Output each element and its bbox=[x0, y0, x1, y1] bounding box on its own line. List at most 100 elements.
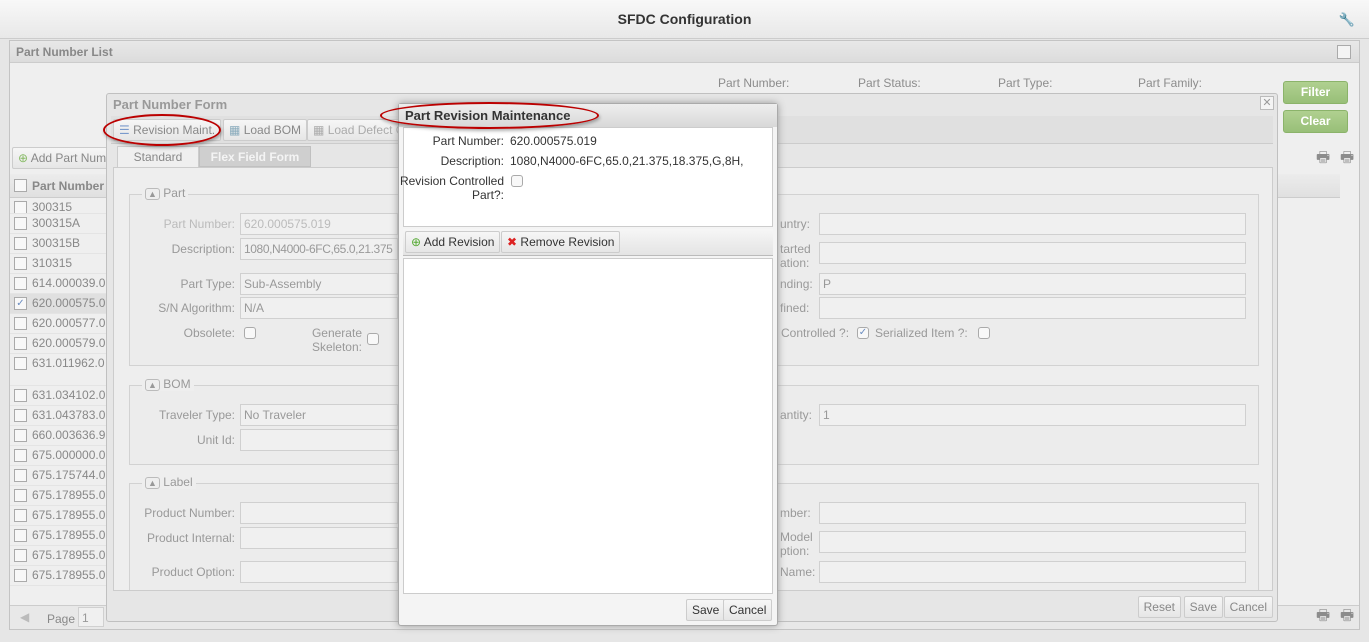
row-checkbox[interactable] bbox=[14, 389, 27, 402]
row-checkbox[interactable] bbox=[14, 529, 27, 542]
cancel-button[interactable]: Cancel bbox=[723, 599, 773, 621]
started-location-select[interactable] bbox=[819, 242, 1246, 264]
print-icon[interactable]: 🖶 bbox=[1316, 605, 1330, 630]
row-checkbox[interactable] bbox=[14, 237, 27, 250]
plus-icon: ⊕ bbox=[411, 235, 422, 249]
product-number-field[interactable] bbox=[240, 502, 398, 524]
serialized-checkbox[interactable] bbox=[978, 327, 990, 339]
part-type-select[interactable]: Sub-Assembly bbox=[240, 273, 398, 295]
row-checkbox[interactable] bbox=[14, 509, 27, 522]
field-label: Product Internal: bbox=[146, 531, 235, 545]
quantity-stepper[interactable]: 1 bbox=[819, 404, 1246, 426]
collapse-icon[interactable]: ▲ bbox=[145, 477, 160, 489]
close-icon[interactable]: ✕ bbox=[1260, 96, 1274, 110]
row-checkbox[interactable]: ✓ bbox=[14, 297, 27, 310]
part-number-cell: 300315A bbox=[32, 216, 81, 230]
controlled-checkbox[interactable]: ✓ bbox=[857, 327, 869, 339]
field-label: Generate Skeleton: bbox=[311, 326, 362, 354]
clear-button[interactable]: Clear bbox=[1283, 110, 1348, 133]
defined-field[interactable] bbox=[819, 297, 1246, 319]
description-field[interactable]: 1080,N4000-6FC,65.0,21.375 bbox=[240, 238, 398, 260]
filter-label: Part Type: bbox=[998, 76, 1053, 90]
country-field[interactable] bbox=[819, 213, 1246, 235]
row-checkbox[interactable] bbox=[14, 429, 27, 442]
row-checkbox[interactable] bbox=[14, 217, 27, 230]
collapse-icon[interactable] bbox=[1337, 45, 1351, 59]
field-label: Product Option: bbox=[151, 565, 235, 579]
product-internal-field[interactable] bbox=[240, 527, 398, 549]
tab-flex-field-form[interactable]: Flex Field Form bbox=[199, 146, 311, 167]
app-title: SFDC Configuration bbox=[617, 11, 752, 27]
print-icon[interactable]: 🖶 bbox=[1316, 147, 1330, 172]
cancel-button[interactable]: Cancel bbox=[1223, 596, 1273, 618]
tab-standard[interactable]: Standard bbox=[117, 146, 199, 167]
bom-legend: BOM bbox=[163, 377, 191, 391]
part-number-cell: 675.178955.0 bbox=[32, 488, 106, 502]
table-icon: ▦ bbox=[229, 123, 241, 137]
field-label: Name: bbox=[780, 565, 816, 579]
print-icon[interactable]: 🖶 bbox=[1340, 605, 1354, 630]
field-label: Revision Controlled Part?: bbox=[399, 174, 504, 202]
label-field[interactable] bbox=[819, 502, 1246, 524]
save-button[interactable]: Save bbox=[1183, 596, 1223, 618]
sn-algorithm-select[interactable]: N/A bbox=[240, 297, 398, 319]
field-label: Part Number: bbox=[432, 134, 504, 148]
part-number-field[interactable]: 620.000575.019 bbox=[240, 213, 398, 235]
field-label: tarted ation: bbox=[780, 242, 811, 270]
page-input[interactable]: 1 bbox=[78, 607, 104, 627]
row-checkbox[interactable] bbox=[14, 449, 27, 462]
field-label: Product Number: bbox=[144, 506, 235, 520]
remove-revision-button[interactable]: ✖ Remove Revision bbox=[501, 231, 621, 253]
field-label: Model ption: bbox=[780, 530, 813, 558]
collapse-icon[interactable]: ▲ bbox=[145, 379, 160, 391]
row-checkbox[interactable] bbox=[14, 469, 27, 482]
model-description-field[interactable] bbox=[819, 531, 1246, 553]
load-bom-button[interactable]: ▦ Load BOM bbox=[223, 119, 308, 141]
traveler-type-select[interactable]: No Traveler bbox=[240, 404, 398, 426]
row-checkbox[interactable] bbox=[14, 257, 27, 270]
unit-id-field[interactable] bbox=[240, 429, 398, 451]
filter-button[interactable]: Filter bbox=[1283, 81, 1348, 104]
field-label: Unit Id: bbox=[196, 433, 235, 447]
field-label: S/N Algorithm: bbox=[158, 301, 235, 315]
filter-label: Part Status: bbox=[858, 76, 921, 90]
row-checkbox[interactable] bbox=[14, 277, 27, 290]
field-label: Traveler Type: bbox=[158, 408, 235, 422]
revision-maint-button[interactable]: ☰ Revision Maint. bbox=[113, 119, 222, 141]
numbered-list-icon: ☰ bbox=[119, 123, 130, 137]
row-checkbox[interactable] bbox=[14, 549, 27, 562]
revision-controlled-checkbox[interactable] bbox=[511, 175, 523, 187]
part-number-cell: 631.043783.0 bbox=[32, 408, 106, 422]
select-all-checkbox[interactable] bbox=[14, 179, 27, 192]
save-button[interactable]: Save bbox=[686, 599, 726, 621]
row-checkbox[interactable] bbox=[14, 489, 27, 502]
row-checkbox[interactable] bbox=[14, 337, 27, 350]
product-option-field[interactable] bbox=[240, 561, 398, 583]
binding-select[interactable]: P bbox=[819, 273, 1246, 295]
reset-button[interactable]: Reset bbox=[1137, 596, 1181, 618]
app-header: SFDC Configuration 🔧 bbox=[0, 0, 1369, 39]
part-number-cell: 675.178955.0 bbox=[32, 568, 106, 582]
row-checkbox[interactable] bbox=[14, 357, 27, 370]
name-field[interactable] bbox=[819, 561, 1246, 583]
prev-page-icon[interactable]: ◀ bbox=[20, 610, 29, 624]
field-label: fined: bbox=[780, 301, 810, 315]
collapse-icon[interactable]: ▲ bbox=[145, 188, 160, 200]
row-checkbox[interactable] bbox=[14, 201, 27, 213]
row-checkbox[interactable] bbox=[14, 569, 27, 582]
generate-skeleton-checkbox[interactable] bbox=[367, 333, 379, 345]
part-legend: ▲ Part bbox=[142, 186, 189, 200]
field-label: Part Number: bbox=[163, 217, 235, 231]
part-number-cell: 614.000039.0 bbox=[32, 276, 106, 290]
wrench-icon[interactable]: 🔧 bbox=[1339, 0, 1355, 39]
page-label: Page bbox=[47, 612, 76, 626]
print-icon[interactable]: 🖶 bbox=[1340, 147, 1354, 172]
field-label: Serialized Item ?: bbox=[875, 326, 968, 340]
part-number-cell: 675.178955.0 bbox=[32, 548, 106, 562]
row-checkbox[interactable] bbox=[14, 317, 27, 330]
row-checkbox[interactable] bbox=[14, 409, 27, 422]
part-number-cell: 310315 bbox=[32, 256, 73, 270]
column-header[interactable]: Part Number bbox=[32, 179, 104, 193]
add-revision-button[interactable]: ⊕ Add Revision bbox=[405, 231, 501, 253]
field-label: Description: bbox=[440, 154, 504, 168]
